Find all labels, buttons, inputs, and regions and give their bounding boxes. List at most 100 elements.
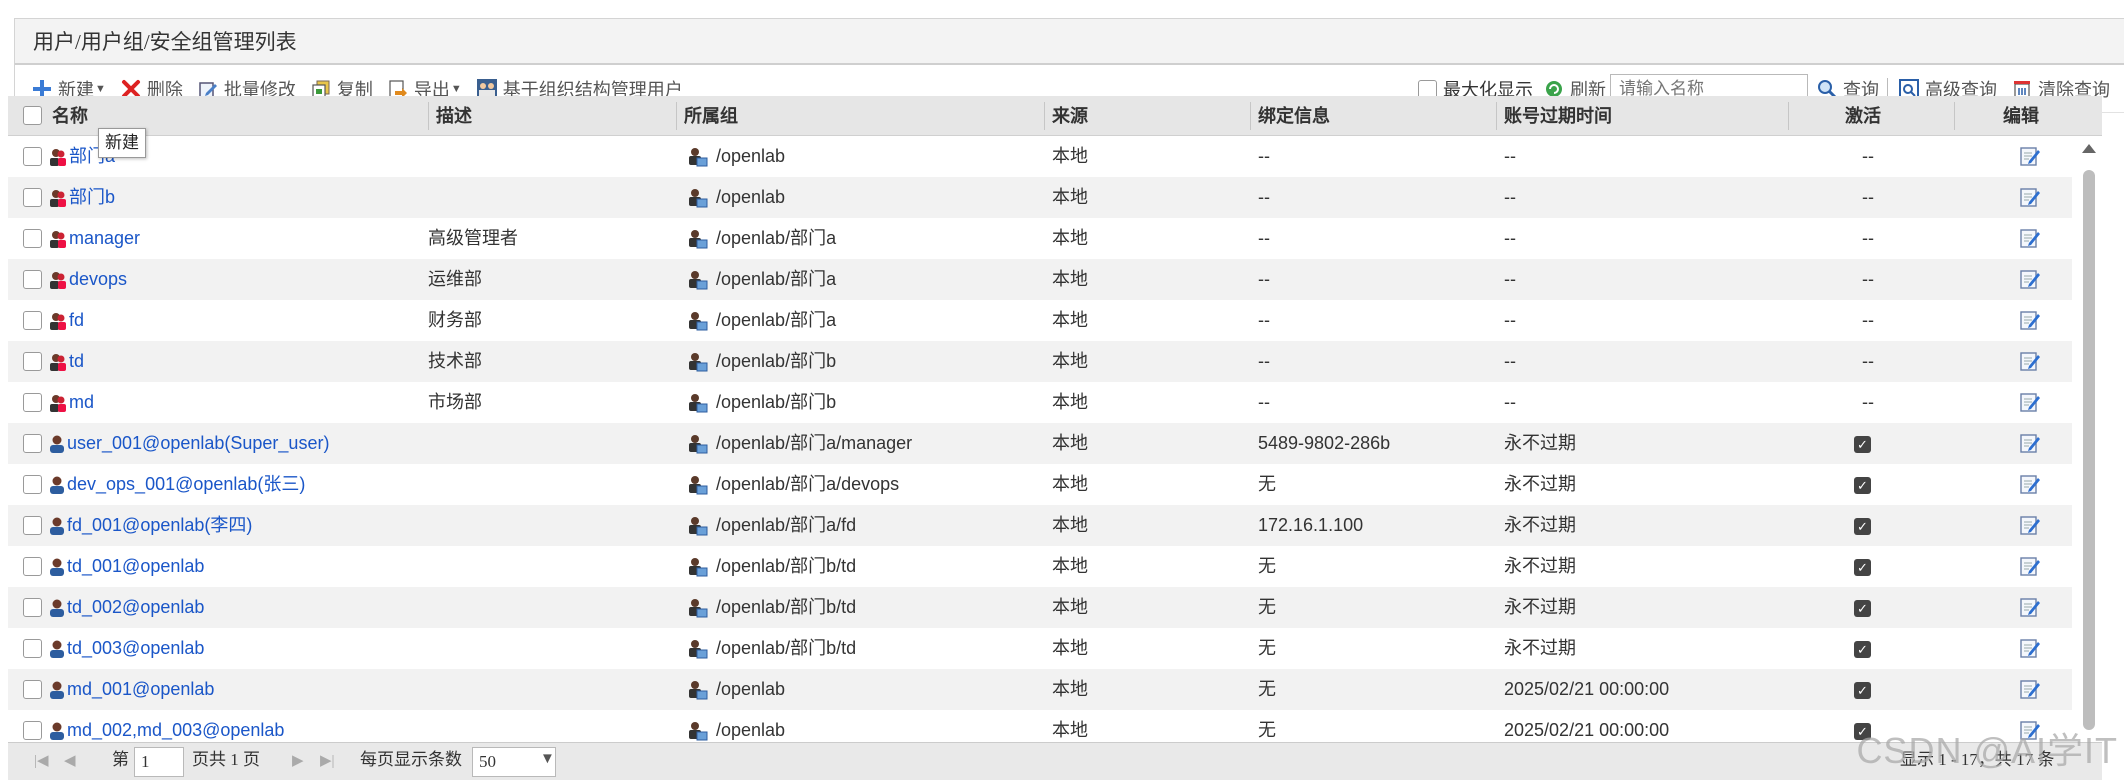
source-cell: 本地 (1052, 556, 1088, 576)
name-link[interactable]: md_002,md_003@openlab (67, 710, 284, 742)
table-row[interactable]: devops 运维部/openlab/部门a 本地 -- -- -- (8, 259, 2072, 300)
column-header-desc[interactable]: 描述 (436, 96, 472, 136)
column-divider[interactable] (676, 102, 677, 130)
column-divider[interactable] (428, 102, 429, 130)
expire-cell: 永不过期 (1504, 433, 1576, 453)
edit-icon[interactable] (2019, 268, 2041, 295)
table-row[interactable]: fd_001@openlab(李四) /openlab/部门a/fd 本地 172.1… (8, 505, 2072, 546)
name-link[interactable]: td_001@openlab (67, 546, 204, 587)
edit-icon[interactable] (2019, 227, 2041, 254)
column-divider[interactable] (1496, 102, 1497, 130)
prev-page-icon[interactable]: ◀ (64, 751, 76, 770)
desc-cell: 运维部 (428, 269, 482, 289)
column-divider[interactable] (1954, 102, 1955, 130)
group-icon (48, 229, 68, 249)
row-checkbox[interactable] (23, 639, 42, 658)
table-row[interactable]: td_001@openlab/openlab/部门b/td 本地 无 永不过期 ✓ (8, 546, 2072, 587)
column-header-edit[interactable]: 编辑 (2003, 96, 2039, 136)
table-row[interactable]: md_002,md_003@openlab/openlab 本地 无 2025/02/… (8, 710, 2072, 742)
name-link[interactable]: md (69, 382, 94, 423)
edit-icon[interactable] (2019, 678, 2041, 705)
name-link[interactable]: td (69, 341, 84, 382)
table-row[interactable]: 部门a/openlab 本地 -- -- -- (8, 136, 2072, 177)
page-number-input[interactable]: 1 (134, 747, 184, 777)
name-link[interactable]: td_002@openlab (67, 587, 204, 628)
row-checkbox[interactable] (23, 352, 42, 371)
edit-icon[interactable] (2019, 391, 2041, 418)
name-link[interactable]: dev_ops_001@openlab(张三) (67, 464, 305, 505)
edit-icon[interactable] (2019, 432, 2041, 459)
name-link[interactable]: 部门b (69, 177, 115, 218)
edit-icon[interactable] (2019, 555, 2041, 582)
group-cell: /openlab (686, 669, 785, 710)
table-row[interactable]: user_001@openlab(Super_user) /openlab/部门a… (8, 423, 2072, 464)
binding-cell: 无 (1258, 597, 1276, 617)
row-checkbox[interactable] (23, 557, 42, 576)
row-checkbox[interactable] (23, 188, 42, 207)
group-path: /openlab (716, 720, 786, 740)
table-row[interactable]: fd 财务部/openlab/部门a 本地 -- -- -- (8, 300, 2072, 341)
column-header-active[interactable]: 激活 (1845, 96, 1881, 136)
table-row[interactable]: md 市场部/openlab/部门b 本地 -- -- -- (8, 382, 2072, 423)
row-checkbox[interactable] (23, 434, 42, 453)
name-link[interactable]: fd (69, 300, 84, 341)
last-page-icon[interactable]: ▶| (320, 751, 335, 770)
column-divider[interactable] (1250, 102, 1251, 130)
table-row[interactable]: manager 高级管理者/openlab/部门a 本地 -- -- -- (8, 218, 2072, 259)
edit-icon[interactable] (2019, 596, 2041, 623)
row-checkbox[interactable] (23, 680, 42, 699)
row-checkbox[interactable] (23, 475, 42, 494)
table-row[interactable]: td_003@openlab/openlab/部门b/td 本地 无 永不过期 ✓ (8, 628, 2072, 669)
group-cell: /openlab/部门a/devops (686, 464, 899, 505)
edit-icon[interactable] (2019, 186, 2041, 213)
edit-icon[interactable] (2019, 350, 2041, 377)
select-all-checkbox[interactable] (23, 106, 42, 125)
edit-icon[interactable] (2019, 473, 2041, 500)
dropdown-arrow-icon: ▼ (95, 83, 106, 95)
name-link[interactable]: manager (69, 218, 140, 259)
edit-icon[interactable] (2019, 145, 2041, 172)
row-checkbox[interactable] (23, 393, 42, 412)
next-page-icon[interactable]: ▶ (292, 751, 304, 770)
name-cell: devops (48, 259, 127, 300)
edit-icon[interactable] (2019, 514, 2041, 541)
table-row[interactable]: td_002@openlab/openlab/部门b/td 本地 无 永不过期 ✓ (8, 587, 2072, 628)
row-checkbox[interactable] (23, 721, 42, 740)
name-link[interactable]: user_001@openlab(Super_user) (67, 423, 329, 464)
vertical-scrollbar[interactable] (2076, 136, 2102, 742)
name-link[interactable]: td_003@openlab (67, 628, 204, 669)
edit-icon[interactable] (2019, 309, 2041, 336)
source-cell: 本地 (1052, 720, 1088, 740)
scroll-thumb[interactable] (2083, 170, 2095, 730)
table-row[interactable]: md_001@openlab/openlab 本地 无 2025/02/21 00:0… (8, 669, 2072, 710)
chevron-down-icon[interactable]: ▼ (540, 751, 555, 768)
group-folder-icon (686, 392, 708, 414)
edit-icon[interactable] (2019, 637, 2041, 664)
group-folder-icon (686, 597, 708, 619)
name-link[interactable]: md_001@openlab (67, 669, 214, 710)
column-header-name[interactable]: 名称 (52, 96, 88, 136)
row-checkbox[interactable] (23, 270, 42, 289)
row-checkbox[interactable] (23, 516, 42, 535)
table-row[interactable]: dev_ops_001@openlab(张三) /openlab/部门a/devo… (8, 464, 2072, 505)
column-divider[interactable] (1044, 102, 1045, 130)
row-checkbox[interactable] (23, 229, 42, 248)
table-row[interactable]: td 技术部/openlab/部门b 本地 -- -- -- (8, 341, 2072, 382)
column-header-expire[interactable]: 账号过期时间 (1504, 96, 1612, 136)
row-checkbox[interactable] (23, 147, 42, 166)
scroll-up-icon[interactable] (2082, 144, 2096, 153)
first-page-icon[interactable]: |◀ (34, 751, 49, 770)
column-header-group[interactable]: 所属组 (684, 96, 738, 136)
column-header-binding[interactable]: 绑定信息 (1258, 96, 1330, 136)
expire-cell: 永不过期 (1504, 556, 1576, 576)
name-link[interactable]: fd_001@openlab(李四) (67, 505, 252, 546)
row-checkbox[interactable] (23, 311, 42, 330)
row-checkbox[interactable] (23, 598, 42, 617)
name-link[interactable]: devops (69, 259, 127, 300)
column-divider[interactable] (1788, 102, 1789, 130)
column-header-source[interactable]: 来源 (1052, 96, 1088, 136)
table-row[interactable]: 部门b/openlab 本地 -- -- -- (8, 177, 2072, 218)
group-path: /openlab (716, 146, 786, 166)
name-cell: td_002@openlab (48, 587, 204, 628)
active-checkbox-icon: ✓ (1854, 477, 1871, 494)
